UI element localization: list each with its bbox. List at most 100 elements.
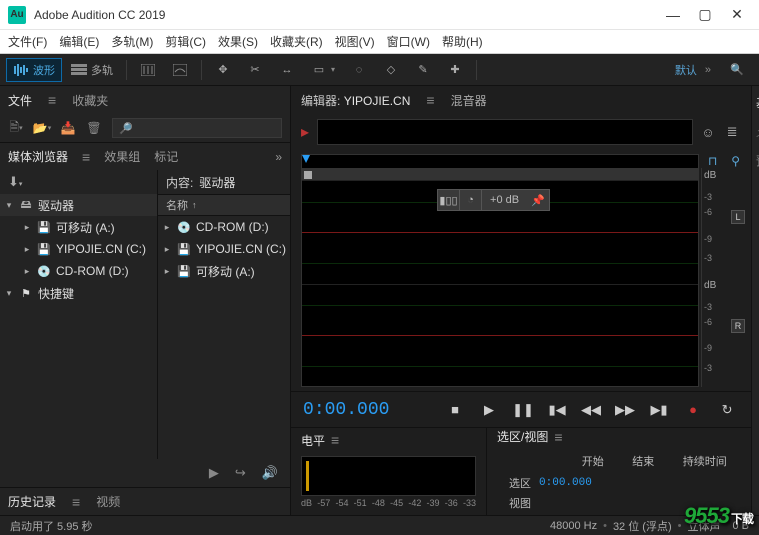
- rewind-button[interactable]: ◀◀: [579, 398, 603, 422]
- tree-item[interactable]: ▸ 💿 CD-ROM (D:): [0, 260, 157, 282]
- expand-icon[interactable]: ▸: [22, 266, 32, 277]
- channel-badge-l[interactable]: L: [731, 210, 745, 224]
- tool-razor-button[interactable]: ✂: [240, 58, 270, 82]
- view-waveform-button[interactable]: 波形: [6, 58, 62, 82]
- editor-panel-menu[interactable]: ≡: [426, 92, 434, 108]
- expand-icon[interactable]: ▸: [22, 222, 32, 233]
- menu-edit[interactable]: 编辑(E): [59, 33, 99, 50]
- collapse-icon[interactable]: ▾: [4, 200, 14, 211]
- editor-tab[interactable]: 编辑器: YIPOJIE.CN: [301, 92, 410, 109]
- close-button[interactable]: ✕: [731, 9, 743, 21]
- loop-button[interactable]: ↻: [715, 398, 739, 422]
- time-display[interactable]: 0:00.000: [303, 400, 423, 420]
- menu-multitrack[interactable]: 多轨(M): [111, 33, 153, 50]
- play-button[interactable]: ▶: [477, 398, 501, 422]
- tool-lasso-button[interactable]: ◇: [376, 58, 406, 82]
- sel-start-value[interactable]: 0:00.000: [539, 477, 592, 489]
- menu-clip[interactable]: 剪辑(C): [165, 33, 206, 50]
- tab-history[interactable]: 历史记录: [8, 493, 56, 510]
- list-item[interactable]: ▸ 💿 CD-ROM (D:): [158, 216, 290, 238]
- play-preview-icon[interactable]: ▶: [209, 465, 219, 481]
- record-button[interactable]: ●: [681, 398, 705, 422]
- tab-video[interactable]: 视频: [96, 493, 120, 510]
- tool-pitch-button[interactable]: [165, 58, 195, 82]
- skip-start-button[interactable]: ▮◀: [545, 398, 569, 422]
- clip-handle-icon[interactable]: [304, 171, 312, 179]
- menu-file[interactable]: 文件(F): [8, 33, 47, 50]
- forward-button[interactable]: ▶▶: [613, 398, 637, 422]
- channel-badge-r[interactable]: R: [731, 319, 745, 333]
- tab-media-browser[interactable]: 媒体浏览器: [8, 148, 68, 165]
- autoplay-icon[interactable]: ↪: [235, 465, 246, 481]
- history-panel-menu[interactable]: ≡: [72, 494, 80, 510]
- minimize-button[interactable]: —: [667, 9, 679, 21]
- selection-tab[interactable]: 选区/视图 ≡: [487, 428, 751, 445]
- time-ruler[interactable]: [302, 155, 698, 169]
- search-field[interactable]: [137, 122, 275, 134]
- stop-button[interactable]: ■: [443, 398, 467, 422]
- volume-icon[interactable]: 🔊: [262, 465, 278, 481]
- channel-right[interactable]: [302, 284, 698, 387]
- expand-icon[interactable]: ▸: [162, 266, 172, 277]
- waveform-display[interactable]: ▮▯▯ ◔ +0 dB 📌: [301, 154, 699, 387]
- marker-icon[interactable]: ⚲: [731, 154, 740, 168]
- menu-help[interactable]: 帮助(H): [442, 33, 483, 50]
- hud-pin-icon[interactable]: 📌: [527, 190, 549, 210]
- expand-icon[interactable]: ▸: [162, 222, 172, 233]
- search-input[interactable]: 🔎: [112, 118, 282, 138]
- media-panel-menu[interactable]: ≡: [82, 149, 90, 165]
- menu-favorites[interactable]: 收藏夹(R): [270, 33, 323, 50]
- tool-heal-button[interactable]: ✚: [440, 58, 470, 82]
- search-icon[interactable]: 🔍: [729, 63, 745, 77]
- tree-shortcuts[interactable]: ▾ ⚑ 快捷键: [0, 282, 157, 304]
- collapse-icon[interactable]: ▾: [4, 288, 14, 299]
- tool-brush-button[interactable]: ✎: [408, 58, 438, 82]
- expand-icon[interactable]: ▸: [22, 244, 32, 255]
- clip-header[interactable]: [302, 169, 698, 181]
- media-content-panel: 内容: 驱动器 名称 ↑ ▸ 💿 CD-ROM (D:): [158, 170, 290, 459]
- tab-mixer[interactable]: 混音器: [451, 92, 487, 109]
- files-panel-menu[interactable]: ≡: [48, 92, 56, 108]
- snap-icon[interactable]: ⊓: [708, 154, 717, 168]
- tree-root-drives[interactable]: ▾ 🖴 驱动器: [0, 194, 157, 216]
- list-icon[interactable]: ≣: [723, 123, 741, 141]
- new-file-icon[interactable]: 🗎▾: [8, 120, 24, 136]
- zoom-face-icon[interactable]: ☺: [699, 123, 717, 141]
- download-icon[interactable]: ⬇▾: [8, 174, 22, 190]
- tree-item[interactable]: ▸ 💾 YIPOJIE.CN (C:): [0, 238, 157, 260]
- menu-view[interactable]: 视图(V): [335, 33, 375, 50]
- expand-icon[interactable]: ▸: [162, 244, 172, 255]
- list-item[interactable]: ▸ 💾 可移动 (A:): [158, 260, 290, 282]
- view-multitrack-button[interactable]: 多轨: [64, 58, 120, 82]
- tab-effects-rack[interactable]: 效果组: [104, 148, 140, 165]
- menu-window[interactable]: 窗口(W): [387, 33, 430, 50]
- tool-move-button[interactable]: ✥: [208, 58, 238, 82]
- open-file-icon[interactable]: 📂▾: [34, 120, 50, 136]
- tree-item[interactable]: ▸ 💾 可移动 (A:): [0, 216, 157, 238]
- selection-panel-menu[interactable]: ≡: [554, 429, 562, 445]
- levels-meter[interactable]: [301, 456, 476, 496]
- overview-display[interactable]: [317, 119, 693, 145]
- delete-icon[interactable]: 🗑: [86, 120, 102, 136]
- hud-gain-overlay[interactable]: ▮▯▯ ◔ +0 dB 📌: [437, 189, 550, 211]
- pause-button[interactable]: ❚❚: [511, 398, 535, 422]
- tool-spectral-button[interactable]: [133, 58, 163, 82]
- expand-tabs[interactable]: »: [275, 150, 282, 164]
- tool-time-button[interactable]: ▭▾: [304, 58, 342, 82]
- tool-slip-button[interactable]: ↔: [272, 58, 302, 82]
- workspace-switcher[interactable]: 默认 » 🔍: [675, 62, 753, 78]
- tab-favorites[interactable]: 收藏夹: [72, 92, 108, 109]
- import-icon[interactable]: 📥: [60, 120, 76, 136]
- menu-effects[interactable]: 效果(S): [218, 33, 258, 50]
- tab-markers[interactable]: 标记: [154, 148, 178, 165]
- name-column-header[interactable]: 名称 ↑: [158, 194, 290, 216]
- list-item[interactable]: ▸ 💾 YIPOJIE.CN (C:): [158, 238, 290, 260]
- skip-end-button[interactable]: ▶▮: [647, 398, 671, 422]
- levels-tab[interactable]: 电平 ≡: [291, 428, 486, 452]
- tool-marquee-button[interactable]: ◌: [344, 58, 374, 82]
- hud-gain-value[interactable]: +0 dB: [482, 194, 527, 206]
- levels-panel-menu[interactable]: ≡: [331, 432, 339, 448]
- hud-knob-icon[interactable]: ◔: [460, 190, 482, 210]
- tab-files[interactable]: 文件: [8, 92, 32, 109]
- maximize-button[interactable]: ▢: [699, 9, 711, 21]
